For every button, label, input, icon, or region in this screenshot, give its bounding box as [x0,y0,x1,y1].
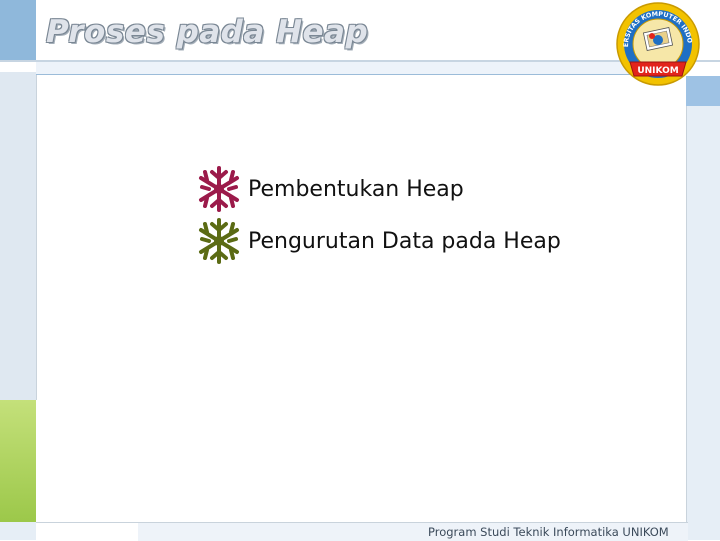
logo-banner-text: UNIKOM [637,66,678,76]
snowflake-icon [199,166,239,212]
bullet-item-1: Pembentukan Heap [196,164,464,214]
left-block-blue [0,0,36,60]
bullet-text: Pengurutan Data pada Heap [248,228,561,254]
slide-title: Proses pada Heap [46,14,369,50]
header-band [36,62,686,75]
footer-text: Program Studi Teknik Informatika UNIKOM [428,525,669,539]
bullet-item-2: Pengurutan Data pada Heap [196,216,561,266]
left-block-green [0,400,36,522]
left-block-light [0,72,37,400]
right-block-light [686,106,720,540]
footer-band-left [36,522,138,541]
unikom-logo: UNIVERSITAS KOMPUTER INDONESIA UNIKOM [612,0,700,86]
left-block-bottom [0,522,36,540]
bullet-text: Pembentukan Heap [248,176,464,202]
left-sidebar-decoration [0,0,37,540]
snowflake-icon [199,218,239,264]
